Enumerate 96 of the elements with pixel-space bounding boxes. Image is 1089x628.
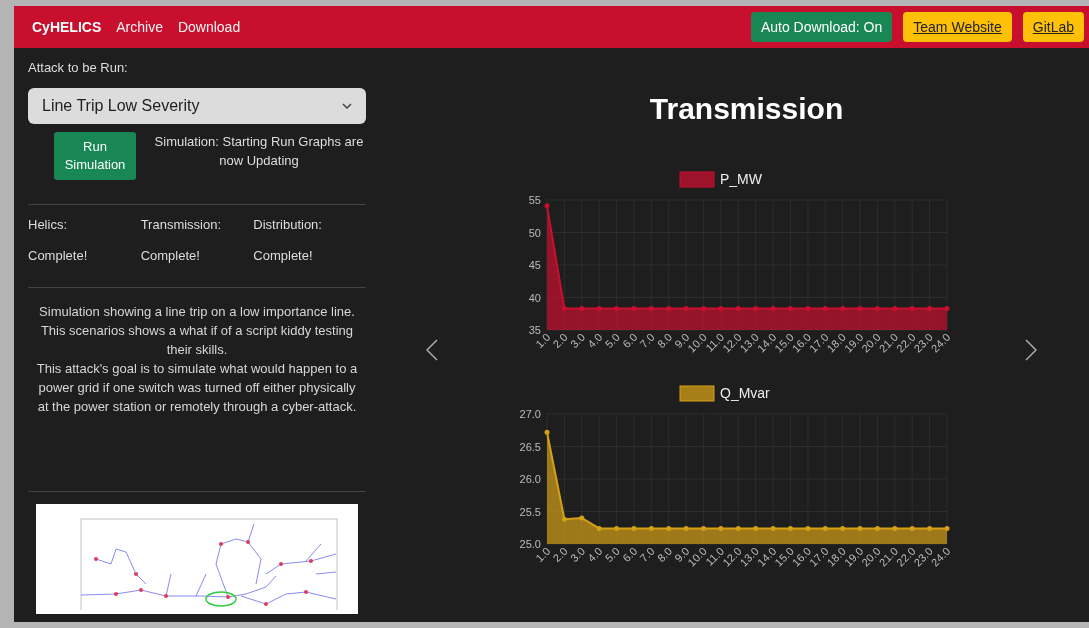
chevron-down-icon — [342, 103, 352, 109]
description-text: This attack's goal is to simulate what would happen to a power grid if one switch was turned off either physically at the power station or remotely through a cyber-attack. — [35, 360, 359, 416]
y-tick-label: 26.0 — [519, 473, 541, 485]
nav-link[interactable]: Download — [177, 19, 241, 35]
attack-label: Attack to be Run: — [28, 60, 129, 75]
data-point — [578, 306, 584, 312]
data-point — [648, 306, 654, 312]
y-tick-label: 55 — [528, 194, 541, 206]
y-tick-label: 26.5 — [519, 440, 541, 453]
run-status-text: Simulation: Starting Run Graphs are now Updating — [153, 133, 365, 170]
data-point — [752, 525, 758, 531]
data-point — [544, 429, 549, 435]
data-point — [648, 525, 654, 531]
attack-select[interactable]: Line Trip Low Severity — [28, 88, 366, 124]
data-point — [874, 306, 880, 312]
x-tick-label: 8.0 — [654, 544, 674, 565]
data-point — [544, 203, 549, 209]
data-point — [735, 525, 741, 531]
x-tick-label: 4.0 — [584, 330, 605, 351]
y-tick-label: 40 — [528, 291, 541, 304]
data-point — [578, 515, 584, 521]
status-name: Helics: — [28, 217, 68, 232]
x-tick-label: 6.0 — [619, 544, 639, 565]
x-tick-label: 2.0 — [550, 330, 570, 351]
carousel-title: Transmission — [649, 92, 844, 126]
x-tick-label: 3.0 — [567, 544, 587, 565]
x-tick-label: 8.0 — [654, 330, 674, 351]
data-point — [630, 306, 636, 312]
data-point — [735, 306, 741, 312]
data-point — [700, 525, 706, 531]
data-point — [874, 525, 880, 531]
data-point — [717, 525, 723, 531]
x-tick-label: 5.0 — [602, 330, 622, 351]
data-point — [752, 306, 758, 312]
data-point — [944, 525, 949, 531]
data-point — [561, 306, 567, 312]
data-point — [787, 306, 793, 312]
data-point — [787, 525, 793, 531]
data-point — [804, 306, 810, 312]
auto-download-button[interactable]: Auto Download: On — [750, 12, 893, 42]
data-point — [665, 525, 671, 531]
data-point — [822, 306, 828, 312]
x-tick-label: 5.0 — [602, 544, 622, 565]
data-point — [926, 525, 932, 531]
y-tick-label: 50 — [528, 226, 541, 239]
brand-link[interactable]: CyHELICS — [32, 19, 102, 35]
data-point — [909, 306, 915, 312]
data-point — [909, 525, 915, 531]
status-value: Complete! — [28, 248, 89, 263]
y-tick-label: 35 — [528, 324, 541, 336]
data-point — [822, 525, 828, 531]
legend-label: Q_Mvar — [719, 385, 770, 401]
y-tick-label: 45 — [528, 259, 541, 271]
data-point — [613, 525, 619, 531]
data-point — [857, 306, 863, 312]
data-point — [596, 306, 602, 312]
data-point — [683, 525, 689, 531]
data-point — [857, 525, 863, 531]
data-point — [613, 306, 619, 312]
x-tick-label: 6.0 — [619, 330, 639, 351]
data-point — [839, 306, 845, 312]
data-point — [683, 306, 689, 312]
status-name: Transmission: — [140, 217, 223, 232]
data-point — [804, 525, 810, 531]
x-tick-label: 3.0 — [567, 330, 587, 351]
y-tick-label: 27.0 — [519, 408, 541, 420]
link-button[interactable]: Team Website — [903, 12, 1012, 42]
data-point — [665, 306, 671, 312]
data-point — [770, 525, 776, 531]
nav-link[interactable]: Archive — [116, 19, 163, 35]
run-simulation-button[interactable]: Run Simulation — [54, 132, 136, 180]
data-point — [596, 525, 602, 531]
status-name: Distribution: — [253, 217, 323, 232]
data-point — [891, 525, 897, 531]
x-tick-label: 7.0 — [636, 330, 657, 351]
y-tick-label: 25.5 — [519, 505, 541, 518]
legend-label: P_MW — [719, 171, 762, 187]
data-point — [944, 306, 949, 312]
data-point — [700, 306, 706, 312]
x-tick-label: 2.0 — [550, 544, 570, 565]
description-text: Simulation showing a line trip on a low importance line. This scenarios shows a what if of a script kiddy testing their skills. — [38, 303, 356, 359]
data-point — [630, 525, 636, 531]
data-point — [770, 306, 776, 312]
data-point — [561, 516, 567, 522]
legend-swatch — [679, 385, 714, 402]
status-value: Complete! — [140, 248, 201, 263]
data-point — [891, 306, 897, 312]
data-point — [839, 525, 845, 531]
x-tick-label: 4.0 — [584, 544, 605, 565]
x-tick-label: 7.0 — [636, 544, 657, 565]
status-value: Complete! — [253, 248, 314, 263]
data-point — [717, 306, 723, 312]
data-point — [926, 306, 932, 312]
y-tick-label: 25.0 — [519, 538, 541, 550]
link-button[interactable]: GitLab — [1022, 12, 1084, 42]
legend-swatch — [679, 171, 714, 188]
